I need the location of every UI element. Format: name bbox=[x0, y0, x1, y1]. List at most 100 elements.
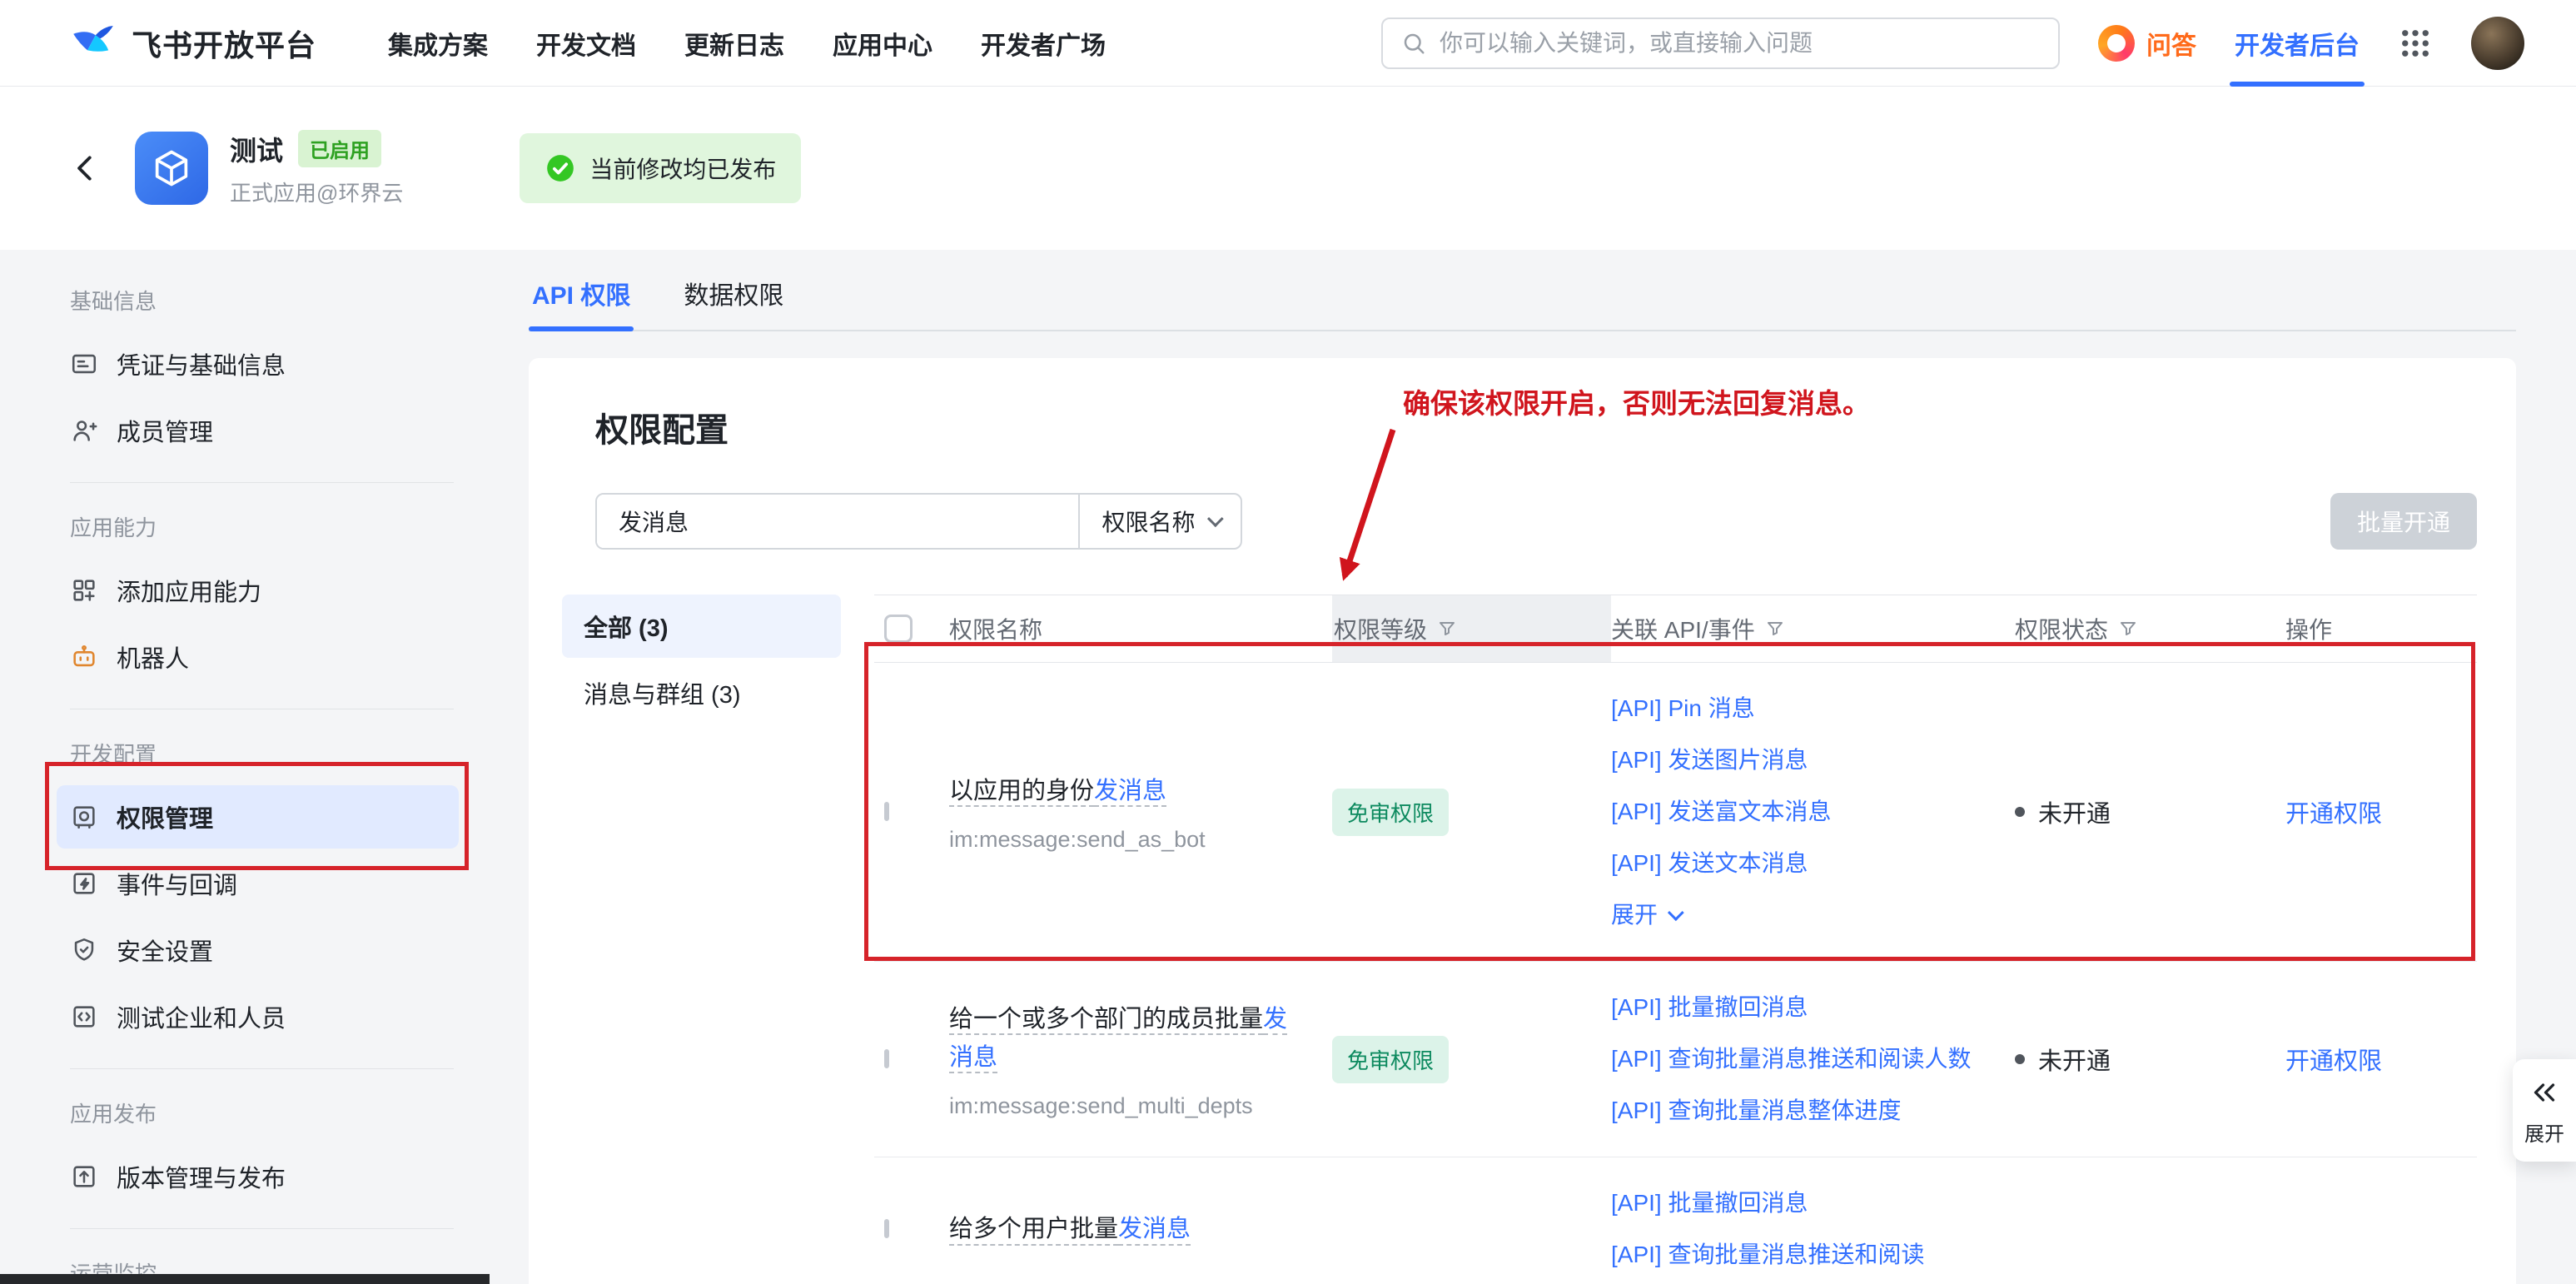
main-content: API 权限 数据权限 权限配置 确保该权限开启，否则无法回复消息。 权 bbox=[470, 250, 2576, 1284]
expand-api-list-link[interactable]: 展开 bbox=[1611, 889, 1990, 941]
permission-name-cell: 以应用的身份发消息 im:message:send_as_bot bbox=[949, 772, 1332, 853]
nav-item-docs[interactable]: 开发文档 bbox=[536, 25, 636, 62]
topnav-menu: 集成方案 开发文档 更新日志 应用中心 开发者广场 bbox=[388, 25, 1106, 62]
api-link[interactable]: [API] 批量撤回消息 bbox=[1611, 982, 1990, 1033]
sidebar-item-label: 添加应用能力 bbox=[117, 573, 261, 608]
sidebar-item-events[interactable]: 事件与回调 bbox=[57, 852, 459, 915]
bot-icon bbox=[70, 643, 98, 671]
permission-config-card: 权限配置 确保该权限开启，否则无法回复消息。 权限名称 bbox=[529, 358, 2516, 1284]
row-checkbox[interactable] bbox=[884, 802, 889, 821]
user-avatar[interactable] bbox=[2471, 17, 2524, 70]
sidebar-item-label: 版本管理与发布 bbox=[117, 1159, 286, 1194]
open-permission-link[interactable]: 开通权限 bbox=[2285, 794, 2477, 829]
sidebar-item-label: 安全设置 bbox=[117, 933, 213, 968]
level-badge: 免审权限 bbox=[1332, 789, 1449, 836]
nav-item-changelog[interactable]: 更新日志 bbox=[684, 25, 784, 62]
apps-grid-icon[interactable] bbox=[2398, 26, 2433, 61]
sidebar-item-label: 凭证与基础信息 bbox=[117, 346, 286, 381]
filter-funnel-icon[interactable] bbox=[2118, 619, 2138, 639]
double-chevron-left-icon bbox=[2529, 1077, 2559, 1107]
nav-item-developer-plaza[interactable]: 开发者广场 bbox=[981, 25, 1106, 62]
expand-panel-label: 展开 bbox=[2524, 1117, 2564, 1147]
event-callback-icon bbox=[70, 869, 98, 898]
api-link[interactable]: [API] 发送文本消息 bbox=[1611, 838, 1990, 889]
api-link[interactable]: [API] 查询批量消息整体进度 bbox=[1611, 1085, 1990, 1137]
permission-safe-icon bbox=[70, 803, 98, 831]
nav-item-app-center[interactable]: 应用中心 bbox=[833, 25, 932, 62]
qa-link[interactable]: 问答 bbox=[2098, 25, 2196, 62]
row-checkbox[interactable] bbox=[884, 1049, 889, 1068]
topnav-right: 问答 开发者后台 bbox=[2098, 0, 2524, 86]
row-checkbox[interactable] bbox=[884, 1219, 889, 1238]
category-all[interactable]: 全部 (3) bbox=[562, 595, 841, 658]
sidebar-item-members[interactable]: 成员管理 bbox=[57, 399, 459, 462]
brand-name: 飞书开放平台 bbox=[132, 22, 316, 65]
sidebar-item-bot[interactable]: 机器人 bbox=[57, 625, 459, 689]
api-link[interactable]: [API] 发送图片消息 bbox=[1611, 734, 1990, 786]
permission-search-input[interactable] bbox=[597, 495, 1078, 548]
app-title-block: 测试 已启用 正式应用@环界云 bbox=[230, 130, 403, 207]
permission-name-link[interactable]: 发消息 bbox=[1094, 778, 1166, 804]
sidebar-item-permissions[interactable]: 权限管理 bbox=[57, 785, 459, 849]
search-type-label: 权限名称 bbox=[1102, 505, 1195, 538]
status-cell: 未开通 bbox=[2015, 794, 2285, 829]
app-header: 测试 已启用 正式应用@环界云 当前修改均已发布 bbox=[0, 87, 2576, 250]
sidebar-item-label: 测试企业和人员 bbox=[117, 999, 286, 1034]
api-link[interactable]: [API] 发送富文本消息 bbox=[1611, 786, 1990, 838]
sidebar-item-label: 机器人 bbox=[117, 640, 189, 674]
permission-name-link[interactable]: 发消息 bbox=[1118, 1216, 1191, 1242]
status-dot-icon bbox=[2015, 807, 2025, 817]
api-link[interactable]: [API] 批量撤回消息 bbox=[1611, 1177, 1990, 1229]
global-search-box[interactable] bbox=[1381, 17, 2060, 69]
batch-open-button[interactable]: 批量开通 bbox=[2330, 493, 2477, 550]
api-list: [API] 批量撤回消息 [API] 查询批量消息推送和阅读 bbox=[1611, 1157, 2015, 1284]
status-text: 未开通 bbox=[2038, 1042, 2111, 1077]
sidebar-item-version-release[interactable]: 版本管理与发布 bbox=[57, 1145, 459, 1208]
expand-side-panel-button[interactable]: 展开 bbox=[2513, 1059, 2576, 1162]
api-link[interactable]: [API] 查询批量消息推送和阅读 bbox=[1611, 1229, 1990, 1281]
security-shield-icon bbox=[70, 936, 98, 964]
table-row-send-multi-users: 给多个用户批量发消息 [API] 批量撤回消息 [API] 查询批量消息推送和阅… bbox=[874, 1157, 2477, 1284]
api-link[interactable]: [API] 查询批量消息推送和阅读人数 bbox=[1611, 1033, 1990, 1085]
status-text: 未开通 bbox=[2038, 794, 2111, 829]
members-icon bbox=[70, 416, 98, 445]
content-row: 全部 (3) 消息与群组 (3) 权限名称 权限等级 bbox=[595, 595, 2477, 1284]
category-list: 全部 (3) 消息与群组 (3) bbox=[562, 595, 841, 1284]
sidebar-item-credentials[interactable]: 凭证与基础信息 bbox=[57, 332, 459, 396]
search-type-dropdown[interactable]: 权限名称 bbox=[1078, 495, 1241, 548]
sidebar-item-security[interactable]: 安全设置 bbox=[57, 918, 459, 982]
select-all-checkbox[interactable] bbox=[884, 615, 913, 643]
sidebar-item-test-company[interactable]: 测试企业和人员 bbox=[57, 985, 459, 1048]
level-badge: 免审权限 bbox=[1332, 1036, 1449, 1083]
feishu-logo-icon bbox=[70, 20, 117, 67]
qa-label: 问答 bbox=[2146, 25, 2196, 62]
global-search-input[interactable] bbox=[1440, 30, 2040, 57]
bottom-dark-strip bbox=[0, 1274, 490, 1284]
publish-status-text: 当前修改均已发布 bbox=[589, 152, 776, 185]
tab-data-permissions[interactable]: 数据权限 bbox=[680, 263, 787, 330]
column-action: 操作 bbox=[2285, 595, 2477, 662]
developer-console-link[interactable]: 开发者后台 bbox=[2235, 0, 2360, 87]
permission-name[interactable]: 给多个用户批量发消息 bbox=[949, 1216, 1191, 1242]
permission-name[interactable]: 给一个或多个部门的成员批量发消息 bbox=[949, 1006, 1287, 1071]
open-permission-link[interactable]: 开通权限 bbox=[2285, 1042, 2477, 1077]
api-list: [API] 批量撤回消息 [API] 查询批量消息推送和阅读人数 [API] 查… bbox=[1611, 962, 2015, 1157]
page-body: 基础信息 凭证与基础信息 成员管理 应用能力 添加应 bbox=[0, 250, 2576, 1284]
filter-row: 权限名称 批量开通 bbox=[595, 493, 2477, 550]
table-row-send-multi-depts: 给一个或多个部门的成员批量发消息 im:message:send_multi_d… bbox=[874, 962, 2477, 1157]
brand[interactable]: 飞书开放平台 bbox=[70, 20, 316, 67]
check-circle-icon bbox=[545, 152, 576, 184]
sidebar-item-add-capability[interactable]: 添加应用能力 bbox=[57, 559, 459, 622]
permission-name[interactable]: 以应用的身份发消息 bbox=[949, 778, 1166, 804]
filter-funnel-icon[interactable] bbox=[1437, 619, 1457, 639]
category-message-group[interactable]: 消息与群组 (3) bbox=[562, 661, 841, 724]
status-badge-enabled: 已启用 bbox=[298, 130, 381, 167]
chevron-down-icon bbox=[1668, 904, 1684, 921]
tab-api-permissions[interactable]: API 权限 bbox=[529, 263, 634, 330]
nav-item-integration[interactable]: 集成方案 bbox=[388, 25, 488, 62]
back-icon[interactable] bbox=[70, 152, 102, 184]
api-link[interactable]: [API] Pin 消息 bbox=[1611, 683, 1990, 734]
chevron-down-icon bbox=[1206, 510, 1223, 527]
column-status: 权限状态 bbox=[2015, 595, 2285, 662]
filter-funnel-icon[interactable] bbox=[1765, 619, 1785, 639]
